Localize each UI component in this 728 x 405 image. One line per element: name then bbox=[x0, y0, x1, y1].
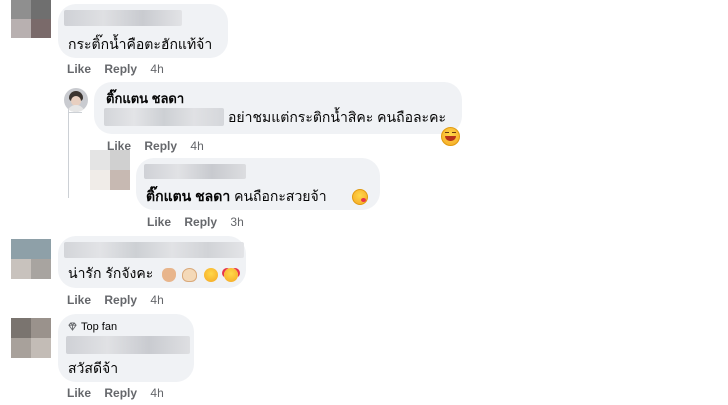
comment-time: 4h bbox=[190, 139, 204, 153]
diamond-icon bbox=[68, 321, 77, 331]
reply-bubble: ติ๊กแตน ชลดา คนถือกะสวยจ้า bbox=[136, 158, 380, 210]
blurred-mention bbox=[104, 108, 224, 126]
reply-button[interactable]: Reply bbox=[104, 293, 137, 307]
comment-time: 4h bbox=[150, 293, 164, 307]
smiling-hearts-emoji bbox=[224, 268, 239, 282]
comment-time: 4h bbox=[150, 62, 164, 76]
comment-time: 3h bbox=[230, 215, 244, 229]
heart-hands-emoji bbox=[162, 268, 176, 282]
like-button[interactable]: Like bbox=[67, 293, 91, 307]
comment-bubble: Top fan สวัสดีจ้า bbox=[58, 314, 194, 382]
comment-actions: Like Reply 3h bbox=[147, 215, 254, 229]
reply-button[interactable]: Reply bbox=[184, 215, 217, 229]
comment-bubble: กระติ๊กน้ำคือตะฮักแท้จ้า bbox=[58, 4, 228, 58]
mention-link[interactable]: ติ๊กแตน ชลดา bbox=[146, 188, 230, 204]
author-name[interactable]: ติ๊กแตน ชลดา bbox=[106, 91, 184, 107]
blurred-author-name bbox=[144, 164, 246, 179]
comment-actions: Like Reply 4h bbox=[67, 386, 174, 400]
blurred-author-name bbox=[64, 242, 244, 258]
comment-text: น่ารัก รักจังคะ bbox=[68, 265, 154, 281]
top-fan-badge: Top fan bbox=[68, 320, 117, 334]
comment-actions: Like Reply 4h bbox=[67, 293, 174, 307]
thread-branch bbox=[68, 112, 82, 113]
kissing-emoji bbox=[352, 189, 368, 205]
laughing-emoji bbox=[441, 127, 460, 146]
reply-button[interactable]: Reply bbox=[104, 386, 137, 400]
emoji-row bbox=[160, 267, 239, 283]
comment-actions: Like Reply 4h bbox=[67, 62, 174, 76]
comment-text: สวัสดีจ้า bbox=[68, 360, 119, 376]
comment-time: 4h bbox=[150, 386, 164, 400]
comment-text: กระติ๊กน้ำคือตะฮักแท้จ้า bbox=[68, 36, 213, 52]
reply-button[interactable]: Reply bbox=[104, 62, 137, 76]
reply-button[interactable]: Reply bbox=[144, 139, 177, 153]
avatar[interactable] bbox=[90, 150, 130, 190]
avatar[interactable] bbox=[64, 88, 88, 112]
reply-bubble: ติ๊กแตน ชลดา อย่าชมแต่กระติกน้ำสิคะ คนถื… bbox=[94, 82, 462, 134]
like-button[interactable]: Like bbox=[67, 62, 91, 76]
heart-hands-emoji bbox=[182, 268, 198, 282]
like-button[interactable]: Like bbox=[147, 215, 171, 229]
kissing-emoji bbox=[203, 268, 218, 282]
badge-label: Top fan bbox=[81, 321, 118, 333]
comment-text: อย่าชมแต่กระติกน้ำสิคะ คนถือละคะ bbox=[228, 109, 446, 125]
comment-text: ติ๊กแตน ชลดา คนถือกะสวยจ้า bbox=[146, 187, 327, 205]
like-button[interactable]: Like bbox=[67, 386, 91, 400]
comment-body: คนถือกะสวยจ้า bbox=[230, 188, 327, 204]
blurred-author-name bbox=[64, 10, 182, 26]
avatar[interactable] bbox=[11, 239, 51, 279]
avatar[interactable] bbox=[11, 0, 51, 38]
avatar[interactable] bbox=[11, 318, 51, 358]
blurred-author-name bbox=[66, 336, 190, 354]
